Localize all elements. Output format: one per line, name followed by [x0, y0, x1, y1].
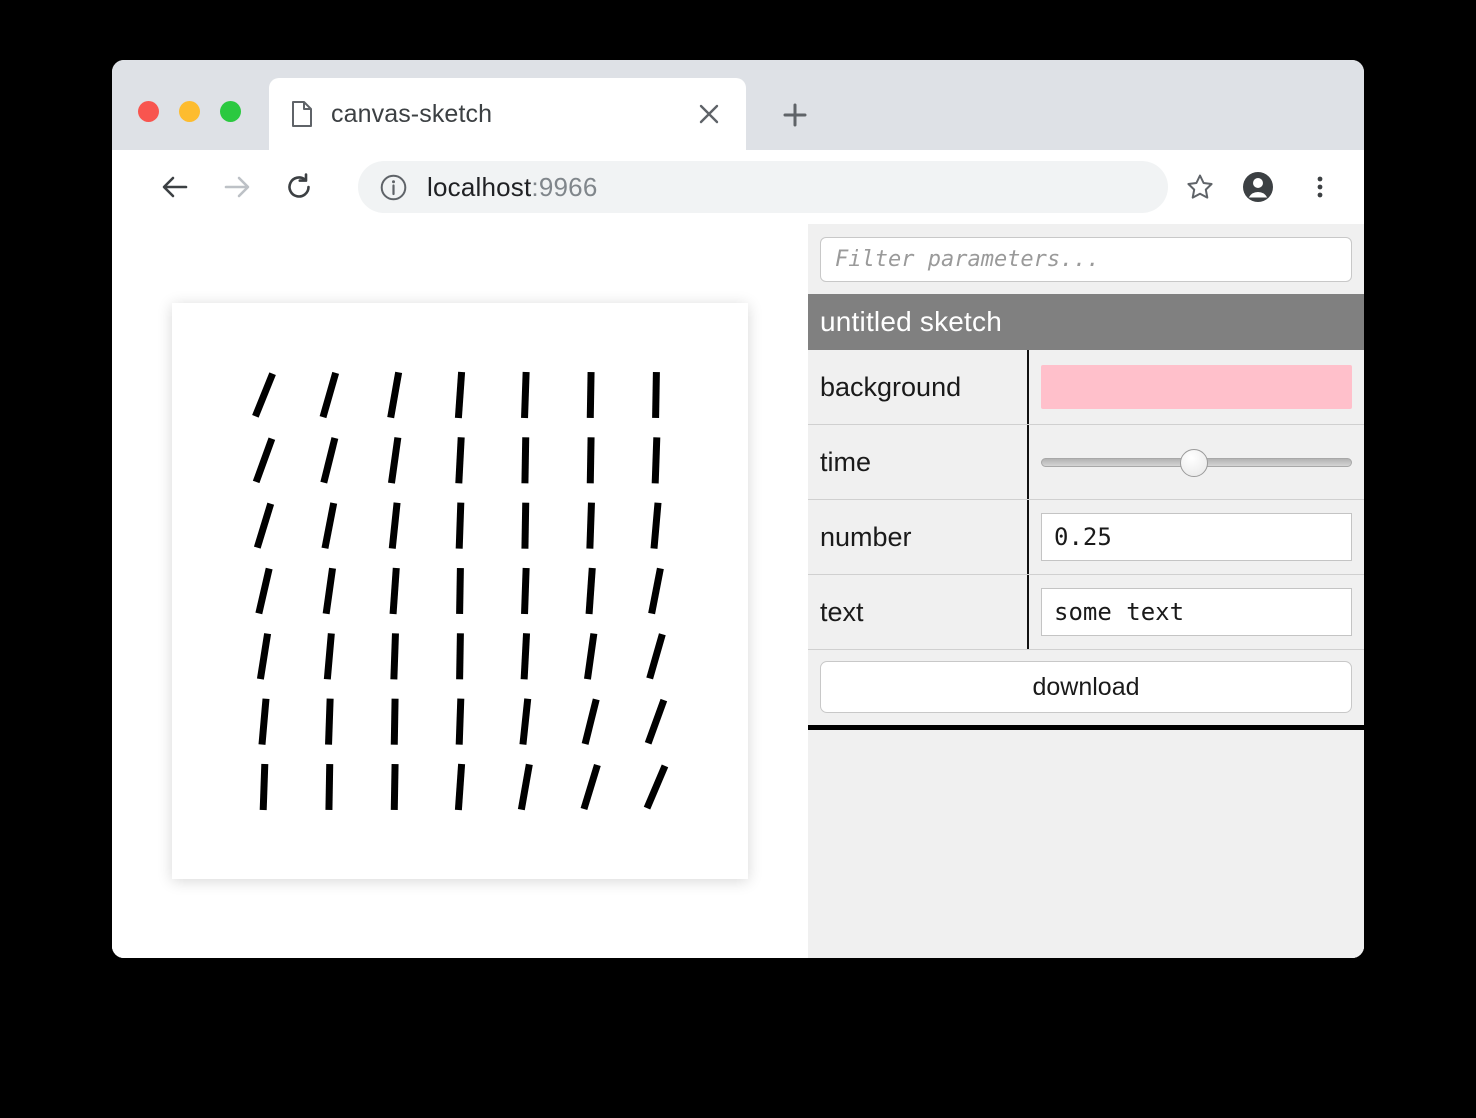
- plus-icon: [783, 103, 807, 127]
- reload-button[interactable]: [273, 161, 325, 213]
- profile-button[interactable]: [1234, 163, 1282, 211]
- forward-button[interactable]: [211, 161, 263, 213]
- filter-input[interactable]: [820, 237, 1352, 282]
- param-label-background: background: [808, 350, 1029, 424]
- close-icon: [699, 104, 719, 124]
- info-circle-icon[interactable]: [380, 174, 407, 201]
- param-label-time: time: [808, 425, 1029, 499]
- download-row: download: [808, 650, 1364, 730]
- traffic-lights: [138, 101, 241, 122]
- account-icon: [1243, 172, 1273, 202]
- color-swatch[interactable]: [1041, 365, 1352, 409]
- param-row-time: time: [808, 425, 1364, 500]
- time-slider[interactable]: [1041, 451, 1352, 473]
- text-input[interactable]: [1041, 588, 1352, 636]
- param-row-number: number: [808, 500, 1364, 575]
- param-control-number: [1029, 500, 1364, 574]
- tab-strip: canvas-sketch: [112, 60, 1364, 150]
- canvas-area: [112, 224, 808, 958]
- number-input[interactable]: [1041, 513, 1352, 561]
- param-label-text: text: [808, 575, 1029, 649]
- browser-menu-button[interactable]: [1296, 163, 1344, 211]
- browser-window: canvas-sketch localhost:9966 Filter para…: [112, 60, 1364, 958]
- tab-title: canvas-sketch: [331, 99, 493, 128]
- panel-empty-space: [808, 730, 1364, 958]
- param-control-background: [1029, 350, 1364, 424]
- new-tab-button[interactable]: [772, 92, 818, 138]
- arrow-left-icon: [162, 176, 188, 198]
- window-zoom-button[interactable]: [220, 101, 241, 122]
- browser-tab[interactable]: canvas-sketch: [269, 78, 746, 150]
- param-control-time: [1029, 425, 1364, 499]
- parameters-panel: untitled sketch background time number: [808, 224, 1364, 958]
- download-button[interactable]: download: [820, 661, 1352, 713]
- window-minimize-button[interactable]: [179, 101, 200, 122]
- star-icon: [1187, 174, 1213, 199]
- back-button[interactable]: [149, 161, 201, 213]
- param-row-text: text: [808, 575, 1364, 650]
- sketch-canvas[interactable]: [172, 303, 748, 879]
- panel-header[interactable]: untitled sketch: [808, 294, 1364, 350]
- url-host: localhost: [427, 171, 532, 202]
- browser-toolbar: localhost:9966: [112, 150, 1364, 224]
- panel-header-title: untitled sketch: [820, 306, 1002, 337]
- filter-row: [808, 224, 1364, 294]
- window-close-button[interactable]: [138, 101, 159, 122]
- param-row-background: background: [808, 350, 1364, 425]
- page-icon: [292, 101, 312, 127]
- param-control-text: [1029, 575, 1364, 649]
- param-label-number: number: [808, 500, 1029, 574]
- url-text: localhost:9966: [427, 172, 1156, 203]
- bookmark-button[interactable]: [1176, 163, 1224, 211]
- page-content: untitled sketch background time number: [112, 224, 1364, 958]
- address-bar[interactable]: localhost:9966: [358, 161, 1168, 213]
- reload-icon: [288, 173, 310, 198]
- tab-close-button[interactable]: [686, 91, 732, 137]
- arrow-right-icon: [224, 176, 250, 198]
- sketch-line-grid: [252, 371, 669, 811]
- more-vertical-icon: [1317, 176, 1323, 198]
- url-port: :9966: [531, 171, 598, 202]
